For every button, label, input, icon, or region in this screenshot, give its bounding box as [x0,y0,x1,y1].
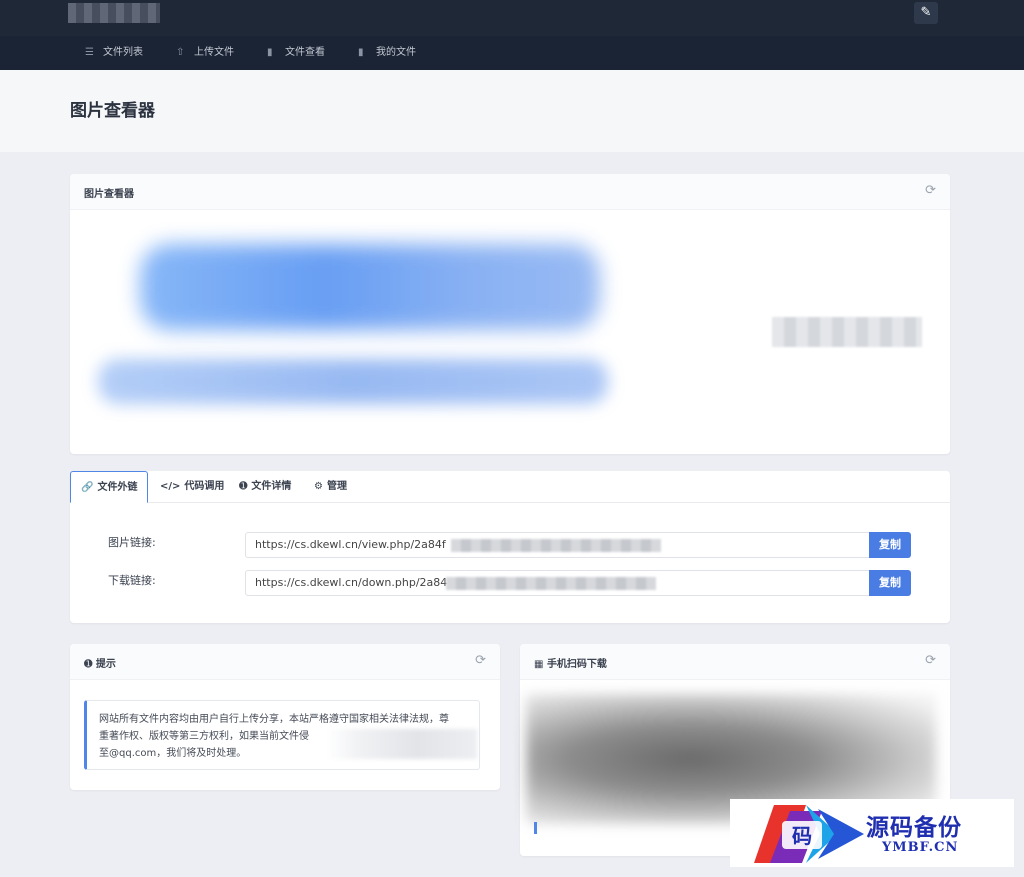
tab-file-links[interactable]: 🔗 文件外链 [70,471,149,503]
image-link-label: 图片链接: [108,536,156,549]
nav-label: 文件查看 [285,47,325,58]
nav-label: 我的文件 [376,47,416,58]
card-header: 图片查看器 ⟳ [70,174,950,210]
refresh-icon[interactable]: ⟳ [925,183,936,198]
tab-label: 代码调用 [184,481,225,492]
paint-brush-icon[interactable]: ✎ [914,2,938,24]
card-title: ▦ 手机扫码下载 [534,655,607,670]
top-bar: ✎ [0,0,1024,36]
notice-card: ➊ 提示 ⟳ 网站所有文件内容均由用户自行上传分享，本站严格遵守国家相关法律法规… [70,644,500,790]
nav-item-file-list[interactable]: ☰ 文件列表 [85,36,143,70]
nav-label: 文件列表 [103,47,143,58]
main-nav: ☰ 文件列表 ⇧ 上传文件 ▮ 文件查看 ▮ 我的文件 [0,36,1024,70]
nav-item-my-files[interactable]: ▮ 我的文件 [358,36,416,70]
file-icon: ▮ [358,47,364,58]
notice-text: 网站所有文件内容均由用户自行上传分享，本站严格遵守国家相关法律法规，尊 重著作权… [84,700,480,770]
copy-download-link-button[interactable]: 复制 [869,570,911,596]
card-header: ▦ 手机扫码下载 ⟳ [520,644,950,680]
tab-file-details[interactable]: ➊ 文件详情 [239,471,291,503]
nav-label: 上传文件 [194,47,234,58]
image-link-value: https://cs.dkewl.cn/view.php/2a84f [255,538,446,551]
download-link-label: 下载链接: [108,574,156,587]
nav-item-upload[interactable]: ⇧ 上传文件 [176,36,234,70]
refresh-icon[interactable]: ⟳ [475,653,486,668]
blurred-side-text [772,317,922,347]
watermark-logo: 码 [754,805,864,863]
tab-label: 文件外链 [97,482,138,493]
list-icon: ☰ [85,47,94,58]
file-icon: ▮ [267,47,273,58]
accent-bar [534,822,537,834]
download-link-value: https://cs.dkewl.cn/down.php/2a84 [255,576,448,589]
card-header: ➊ 提示 ⟳ [70,644,500,680]
watermark: 码 源码备份 YMBF.CN [730,799,1014,867]
refresh-icon[interactable]: ⟳ [925,653,936,668]
image-link-field[interactable]: https://cs.dkewl.cn/view.php/2a84f [245,532,870,558]
page-title: 图片查看器 [70,101,155,121]
info-icon: ➊ [84,659,96,670]
qrcode-icon: ▦ [534,659,547,670]
redacted-mask [327,729,477,759]
blurred-image-title [140,244,600,330]
card-title: ➊ 提示 [84,655,116,670]
watermark-text: 源码备份 [866,814,962,841]
redacted-mask [446,577,656,590]
image-viewer-card: 图片查看器 ⟳ [70,174,950,454]
tab-bar: 🔗 文件外链 </> 代码调用 ➊ 文件详情 ⚙ 管理 [70,471,950,503]
watermark-logo-char: 码 [792,824,812,848]
tab-label: 文件详情 [251,481,292,492]
notice-title: 提示 [95,659,116,670]
page-header: 图片查看器 [0,70,1024,152]
copy-image-link-button[interactable]: 复制 [869,532,911,558]
upload-icon: ⇧ [176,47,185,58]
download-link-field[interactable]: https://cs.dkewl.cn/down.php/2a84 [245,570,870,596]
tab-manage[interactable]: ⚙ 管理 [314,471,347,503]
tab-code[interactable]: </> 代码调用 [160,471,224,503]
watermark-subtext: YMBF.CN [882,840,959,855]
card-title: 图片查看器 [84,189,134,200]
qr-title: 手机扫码下载 [546,659,607,670]
redacted-mask [451,539,661,552]
code-icon: </> [160,481,181,492]
tab-label: 管理 [326,481,347,492]
gear-icon: ⚙ [314,481,323,492]
link-icon: 🔗 [81,482,94,493]
nav-item-file-view[interactable]: ▮ 文件查看 [267,36,325,70]
blurred-image-subtitle [98,359,608,404]
info-icon: ➊ [239,481,248,492]
file-links-card: 🔗 文件外链 </> 代码调用 ➊ 文件详情 ⚙ 管理 图片链接: https://cs… [70,471,950,623]
site-logo[interactable] [68,3,160,23]
notice-line: 网站所有文件内容均由用户自行上传分享，本站严格遵守国家相关法律法规，尊 [99,714,449,725]
